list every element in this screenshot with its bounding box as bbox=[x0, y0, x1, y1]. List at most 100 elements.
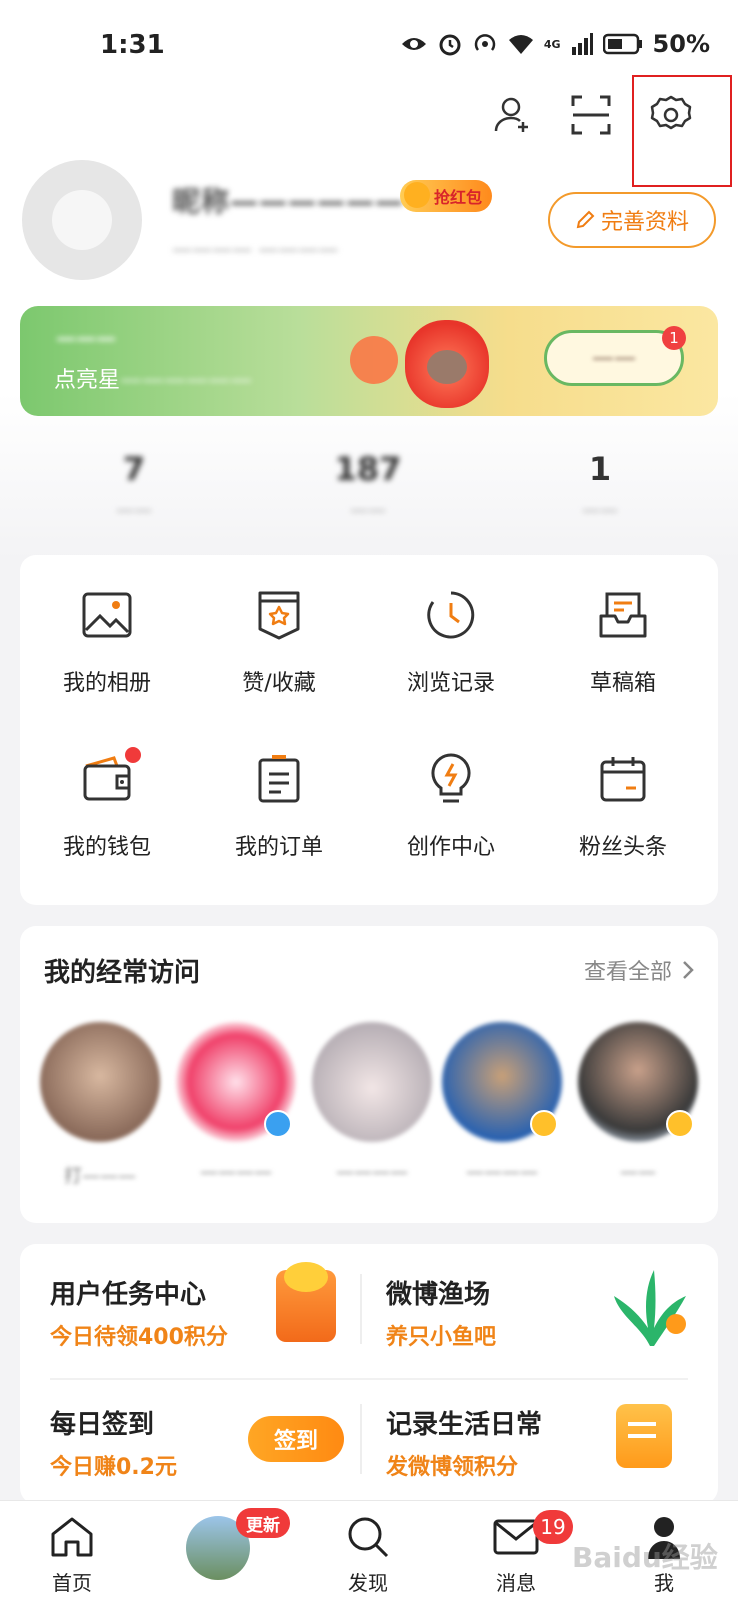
lightbulb-icon bbox=[423, 751, 479, 807]
watermark: Baidu经验 bbox=[572, 1541, 718, 1574]
visit-name: —— bbox=[620, 1162, 656, 1183]
task-subtitle: 今日赚0.2元 bbox=[50, 1455, 177, 1480]
grid-item-drafts[interactable]: 草稿箱 bbox=[536, 587, 710, 697]
alarm-icon bbox=[439, 34, 461, 56]
visit-avatar bbox=[312, 1022, 432, 1142]
banner-subtitle-prefix: 点亮星 bbox=[54, 368, 121, 393]
edit-profile-button[interactable]: 完善资料 bbox=[548, 192, 716, 248]
frequent-visit-item[interactable]: ———— bbox=[440, 1022, 564, 1183]
view-all-label: 查看全部 bbox=[583, 960, 672, 985]
avatar[interactable] bbox=[22, 160, 142, 280]
grid-item-album[interactable]: 我的相册 bbox=[20, 587, 194, 697]
crown-icon bbox=[404, 182, 430, 208]
vip-badge-icon bbox=[666, 1110, 694, 1138]
visit-name: ———— bbox=[336, 1162, 408, 1183]
verified-badge-icon bbox=[264, 1110, 292, 1138]
stat-value: 1 bbox=[588, 450, 612, 488]
task-weibo-fishery[interactable]: 微博渔场 养只小鱼吧 bbox=[386, 1274, 496, 1351]
home-icon bbox=[48, 1513, 96, 1561]
task-user-center[interactable]: 用户任务中心 今日待领400积分 bbox=[50, 1274, 228, 1351]
add-friend-button[interactable] bbox=[490, 92, 536, 138]
task-subtitle: 养只小鱼吧 bbox=[386, 1325, 497, 1350]
stat-following[interactable]: 7 —— bbox=[54, 450, 214, 521]
visit-name: ———— bbox=[466, 1162, 538, 1183]
mail-icon bbox=[492, 1513, 540, 1561]
divider bbox=[50, 1378, 688, 1380]
section-title: 我的经常访问 bbox=[44, 958, 201, 988]
task-daily-signin[interactable]: 每日签到 今日赚0.2元 bbox=[50, 1404, 177, 1481]
frequent-visit-item[interactable]: —— bbox=[576, 1022, 700, 1183]
frequent-visit-item[interactable]: 打——— bbox=[38, 1022, 162, 1188]
stat-followers[interactable]: 187 —— bbox=[288, 450, 448, 521]
wallet-icon bbox=[79, 747, 141, 807]
frequent-visit-item[interactable]: ———— bbox=[174, 1022, 298, 1183]
task-title: 微博渔场 bbox=[386, 1280, 491, 1310]
update-badge: 更新 bbox=[236, 1508, 290, 1538]
image-icon bbox=[79, 587, 135, 643]
chevron-right-icon bbox=[683, 961, 694, 979]
redpacket-badge[interactable]: 抢红包 bbox=[400, 180, 493, 212]
visit-name: 打——— bbox=[64, 1166, 136, 1187]
divider bbox=[360, 1404, 362, 1474]
frequent-visit-item[interactable]: ———— bbox=[310, 1022, 434, 1183]
banner-subtitle: 点亮星—————— bbox=[54, 362, 252, 394]
grid-item-label: 我的相册 bbox=[62, 671, 151, 696]
person-add-icon bbox=[494, 97, 528, 132]
grid-item-label: 创作中心 bbox=[406, 835, 495, 860]
grid-item-wallet[interactable]: 我的钱包 bbox=[20, 747, 194, 861]
tab-label: 发现 bbox=[348, 1571, 388, 1595]
banner-title: ——— bbox=[56, 326, 116, 350]
tab-discover[interactable]: 发现 bbox=[318, 1513, 418, 1596]
task-title: 每日签到 bbox=[50, 1410, 155, 1440]
visit-avatar bbox=[40, 1022, 160, 1142]
tasks-card: 用户任务中心 今日待领400积分 微博渔场 养只小鱼吧 每日签到 今日赚0.2元… bbox=[20, 1244, 718, 1504]
grid-item-label: 浏览记录 bbox=[406, 671, 495, 696]
frequent-visits-card: 我的经常访问 查看全部 打——— ———— ———— ———— —— bbox=[20, 926, 718, 1223]
clock-icon bbox=[423, 587, 479, 643]
tab-home[interactable]: 首页 bbox=[22, 1513, 122, 1596]
divider bbox=[360, 1274, 362, 1344]
scan-button[interactable] bbox=[568, 92, 614, 138]
task-title: 记录生活日常 bbox=[386, 1410, 543, 1440]
banner-badge: 1 bbox=[662, 326, 686, 350]
mascot-image bbox=[405, 320, 489, 408]
grid-item-label: 我的钱包 bbox=[62, 835, 151, 860]
wallet-red-dot bbox=[125, 747, 141, 763]
inbox-icon bbox=[595, 587, 651, 643]
search-icon bbox=[344, 1513, 392, 1561]
settings-highlight-box bbox=[632, 75, 732, 187]
bio: ———— ———— bbox=[172, 237, 339, 261]
lantern-icon bbox=[350, 336, 398, 384]
task-record-life[interactable]: 记录生活日常 发微博领积分 bbox=[386, 1404, 542, 1481]
grid-item-orders[interactable]: 我的订单 bbox=[192, 751, 366, 861]
order-list-icon bbox=[251, 751, 307, 807]
stat-value: 187 bbox=[334, 450, 402, 488]
vip-badge-icon bbox=[530, 1110, 558, 1138]
grid-item-label: 粉丝头条 bbox=[578, 835, 667, 860]
battery-icon bbox=[602, 33, 642, 55]
redpacket-label: 抢红包 bbox=[434, 188, 483, 207]
view-all-link[interactable]: 查看全部 bbox=[584, 954, 694, 986]
stat-posts[interactable]: 1 —— bbox=[520, 450, 680, 521]
status-time: 1:31 bbox=[100, 30, 165, 60]
grid-item-favorites[interactable]: 赞/收藏 bbox=[192, 587, 366, 697]
wifi-icon bbox=[508, 35, 533, 54]
edit-profile-label: 完善资料 bbox=[600, 210, 689, 235]
username[interactable]: 昵称—————— bbox=[172, 180, 404, 220]
visit-name: ———— bbox=[200, 1162, 272, 1183]
signin-button[interactable]: 签到 bbox=[248, 1416, 344, 1462]
signal-icon bbox=[571, 33, 593, 55]
bookmark-star-icon bbox=[251, 587, 307, 643]
note-icon bbox=[616, 1404, 672, 1468]
battery-percent: 50% bbox=[652, 30, 710, 58]
stat-value: 7 bbox=[122, 450, 146, 488]
plant-fish-icon bbox=[614, 1270, 686, 1346]
grid-item-fans-headline[interactable]: 粉丝头条 bbox=[536, 751, 710, 861]
stat-label: —— bbox=[350, 500, 386, 521]
status-bar: 1:31 4G 50% bbox=[0, 0, 738, 90]
pencil-icon bbox=[576, 210, 595, 229]
tab-label: 首页 bbox=[52, 1571, 92, 1595]
scan-icon bbox=[571, 95, 611, 135]
grid-item-history[interactable]: 浏览记录 bbox=[364, 587, 538, 697]
grid-item-creator-center[interactable]: 创作中心 bbox=[364, 751, 538, 861]
